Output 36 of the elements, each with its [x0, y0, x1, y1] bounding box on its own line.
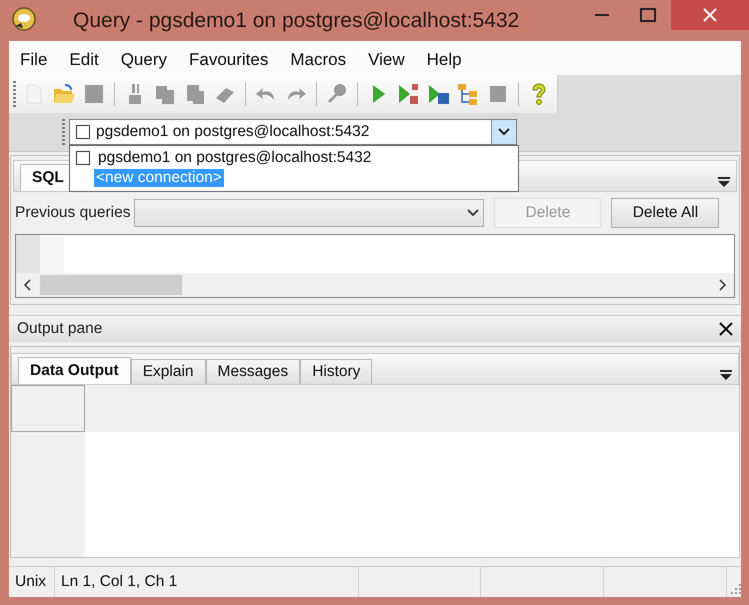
checkbox[interactable] [76, 151, 90, 165]
play-script-icon[interactable] [396, 82, 420, 106]
play-save-icon[interactable] [426, 82, 450, 106]
tree-icon[interactable] [456, 82, 480, 106]
maximize-icon[interactable] [640, 8, 656, 22]
window-title: Query - pgsdemo1 on postgres@localhost:5432 [73, 8, 520, 32]
delete-all-button[interactable]: Delete All [611, 198, 720, 228]
dropdown-option[interactable]: pgsdemo1 on postgres@localhost:5432 [96, 149, 374, 167]
menu-item[interactable]: Favourites [178, 50, 280, 70]
tab[interactable]: Data Output [18, 357, 131, 384]
sql-editor[interactable] [15, 234, 735, 298]
field-label: Previous queries [15, 204, 130, 222]
chevron-down-icon[interactable] [467, 209, 480, 217]
elephant-logo-icon [11, 6, 37, 32]
folder-icon[interactable] [52, 82, 76, 106]
menu-item[interactable]: Help [416, 50, 473, 70]
menu-item[interactable]: View [357, 50, 416, 70]
close-button[interactable] [671, 0, 749, 30]
menu-item[interactable]: Edit [58, 50, 110, 70]
menu-item[interactable]: Query [110, 50, 178, 70]
status-text: Unix [9, 567, 55, 597]
menu-item[interactable]: File [9, 50, 58, 70]
close-icon[interactable] [719, 322, 733, 336]
dropdown-caret-icon[interactable] [498, 128, 510, 136]
tab-menu-icon[interactable] [718, 177, 730, 187]
horizontal-scrollbar[interactable] [16, 273, 734, 297]
menu-item[interactable]: Macros [279, 50, 358, 70]
tab[interactable]: Explain [130, 359, 206, 384]
minimize-icon[interactable] [595, 13, 609, 17]
tab[interactable]: History [300, 359, 372, 384]
status-text: Ln 1, Col 1, Ch 1 [54, 567, 359, 597]
pane-title: Output pane [17, 320, 102, 338]
tab[interactable]: Messages [206, 359, 300, 384]
resize-grip-icon[interactable] [729, 582, 741, 594]
checkbox[interactable] [76, 125, 90, 139]
tab-menu-icon[interactable] [720, 370, 732, 380]
